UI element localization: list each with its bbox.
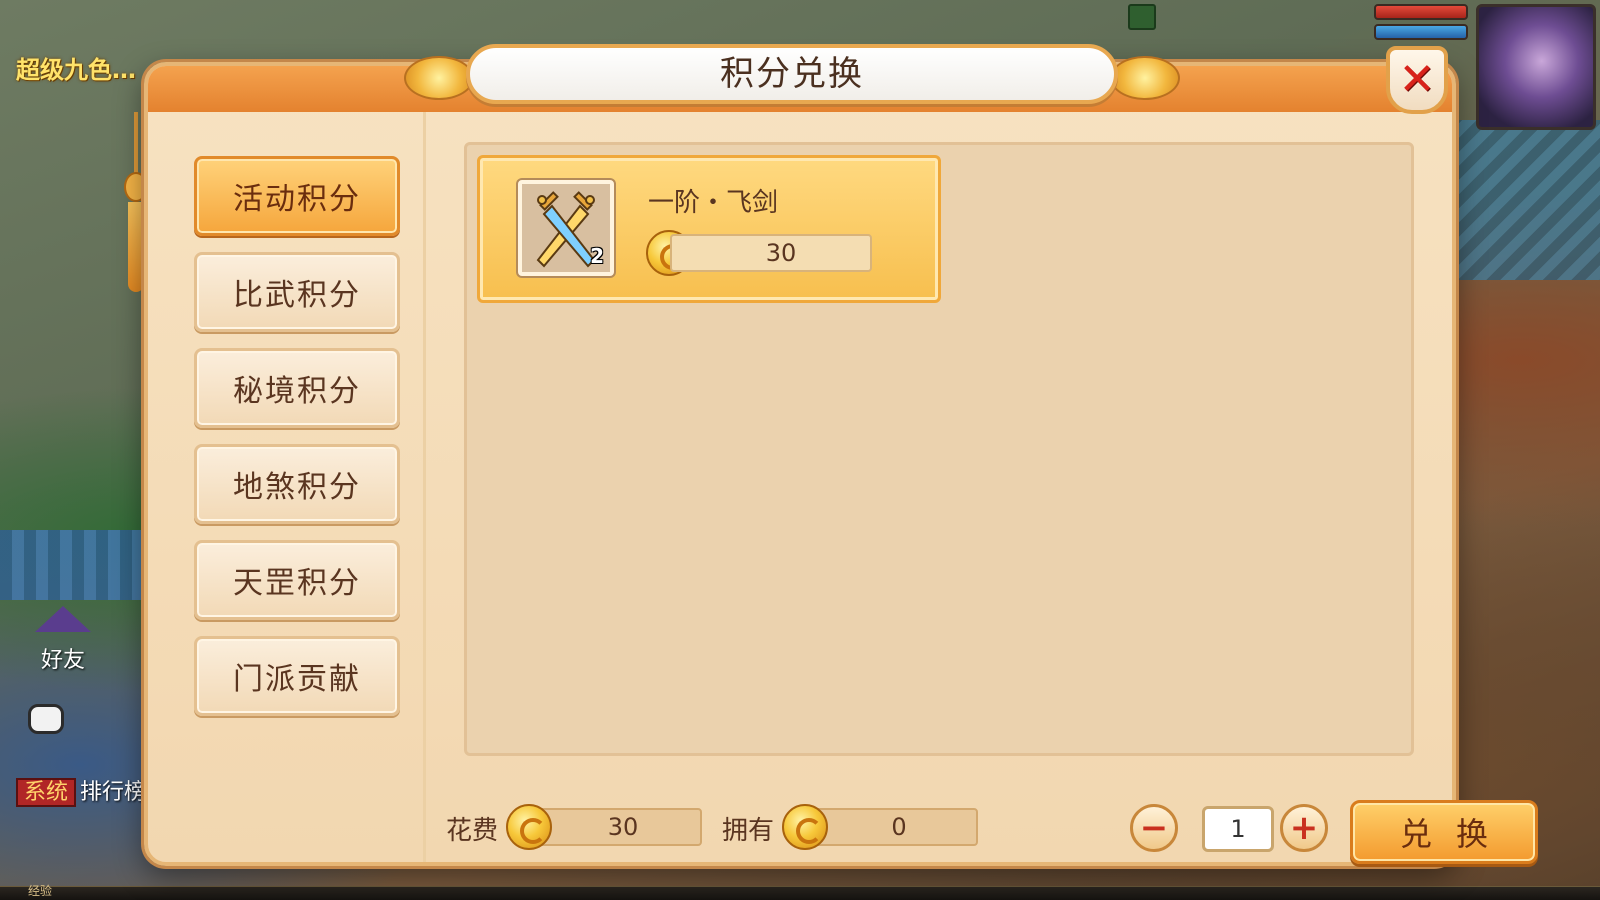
exchange-button[interactable]: 兑换 — [1350, 800, 1538, 864]
item-list-panel: 2 一阶・飞剑 30 — [464, 142, 1414, 756]
health-bar — [1374, 4, 1468, 20]
coin-icon — [506, 804, 552, 850]
exchange-label: 兑换 — [1399, 815, 1512, 853]
tab-secret-realm-points[interactable]: 秘境积分 — [194, 348, 400, 428]
increase-quantity-button[interactable]: + — [1280, 804, 1328, 852]
map-icon[interactable] — [1128, 4, 1156, 30]
tab-label: 秘境积分 — [233, 374, 361, 409]
tab-earth-fiend-points[interactable]: 地煞积分 — [194, 444, 400, 524]
cloud-ornament — [404, 56, 474, 100]
chat-line[interactable]: 系统 排行榜 — [16, 774, 147, 807]
cloud-ornament — [1110, 56, 1180, 100]
experience-bar — [0, 886, 1600, 900]
close-button[interactable]: ✕ — [1386, 46, 1448, 114]
decrease-quantity-button[interactable]: − — [1130, 804, 1178, 852]
item-price: 30 — [670, 234, 872, 272]
cost-label: 花费 — [446, 816, 499, 846]
dialog-title: 积分兑换 — [720, 54, 864, 94]
tab-duel-points[interactable]: 比武积分 — [194, 252, 400, 332]
player-status-bars — [1374, 4, 1468, 44]
tab-heaven-star-points[interactable]: 天罡积分 — [194, 540, 400, 620]
title-plaque: 积分兑换 — [466, 44, 1118, 104]
coin-icon — [782, 804, 828, 850]
item-card[interactable]: 2 一阶・飞剑 30 — [477, 155, 941, 303]
tab-label: 门派贡献 — [233, 662, 361, 697]
chat-text: 排行榜 — [80, 780, 147, 805]
player-avatar[interactable] — [1476, 4, 1596, 130]
category-sidebar: 活动积分 比武积分 秘境积分 地煞积分 天罡积分 门派贡献 — [148, 112, 426, 862]
friend-button[interactable]: 好友 — [28, 606, 98, 674]
friend-label: 好友 — [40, 648, 85, 673]
tab-label: 活动积分 — [233, 182, 361, 217]
chat-bubble-icon[interactable] — [28, 704, 64, 734]
exp-label: 经验 — [28, 884, 53, 898]
hud-title: 超级九色… — [16, 56, 136, 84]
close-x-icon: ✕ — [1398, 54, 1436, 105]
exchange-footer: 花费 30 拥有 0 − 1 + 兑换 — [426, 762, 1538, 864]
exchange-dialog: 活动积分 比武积分 秘境积分 地煞积分 天罡积分 门派贡献 2 一阶・飞剑 30… — [144, 62, 1538, 866]
system-tag: 系统 — [16, 778, 77, 807]
own-label: 拥有 — [722, 816, 775, 846]
cost-value: 30 — [526, 808, 702, 846]
background-roof — [0, 530, 150, 600]
tab-sect-contribution[interactable]: 门派贡献 — [194, 636, 400, 716]
item-name: 一阶・飞剑 — [648, 188, 779, 218]
item-slot: 2 — [518, 180, 614, 276]
own-value: 0 — [802, 808, 978, 846]
quantity-input[interactable]: 1 — [1202, 806, 1274, 852]
hat-icon — [35, 606, 91, 632]
tab-activity-points[interactable]: 活动积分 — [194, 156, 400, 236]
tab-label: 天罡积分 — [233, 566, 361, 601]
item-count: 2 — [590, 244, 604, 268]
mana-bar — [1374, 24, 1468, 40]
tab-label: 比武积分 — [233, 278, 361, 313]
tab-label: 地煞积分 — [233, 470, 361, 505]
